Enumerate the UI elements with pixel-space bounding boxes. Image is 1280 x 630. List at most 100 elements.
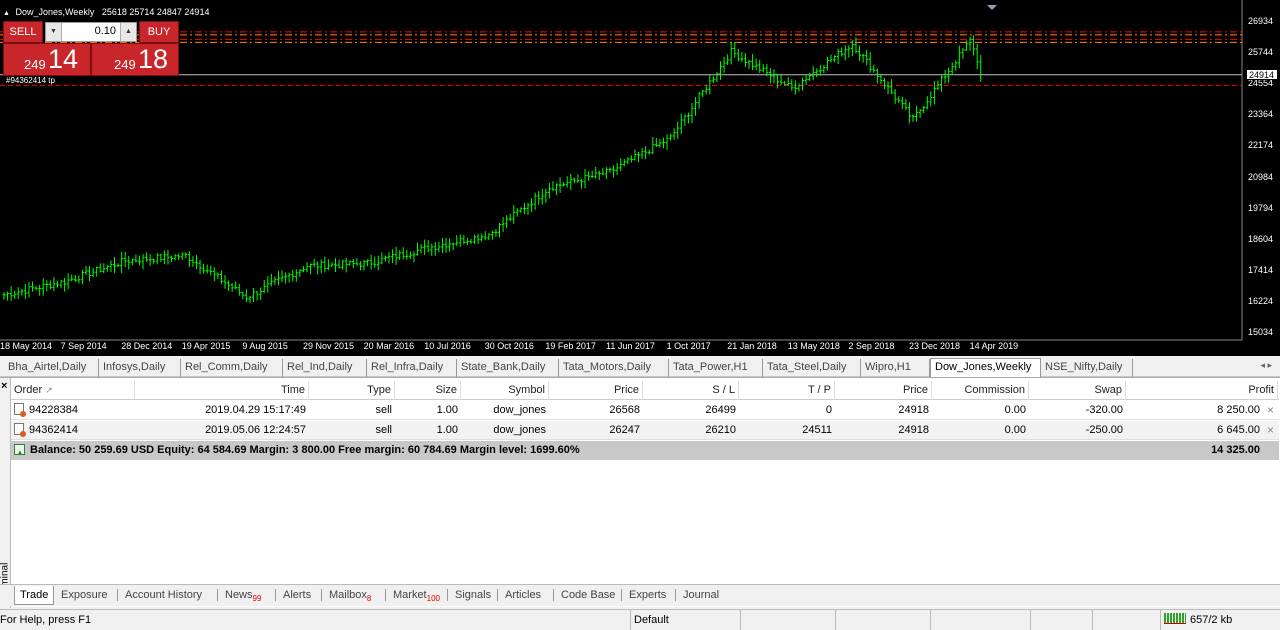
table-row[interactable]: 94362414 2019.05.06 12:24:57 sell 1.00 d…	[11, 421, 1279, 440]
lot-decrease-icon[interactable]: ▼	[46, 23, 62, 41]
col-current-price[interactable]: Price	[835, 381, 932, 400]
chart-tab[interactable]: NSE_Nifty,Daily	[1041, 359, 1133, 377]
col-symbol[interactable]: Symbol	[461, 381, 549, 400]
price-bar	[515, 208, 519, 217]
price-bar	[41, 278, 45, 296]
price-bar	[451, 242, 455, 251]
order-line-label[interactable]: #94362414 tp	[6, 76, 55, 85]
close-order-icon[interactable]: ×	[1267, 401, 1274, 420]
time-tick-label: 1 Oct 2017	[666, 341, 711, 351]
price-tick-label: 22174	[1248, 140, 1274, 151]
price-chart[interactable]	[0, 0, 1280, 356]
terminal-tab-label: Exposure	[61, 589, 108, 601]
buy-price-pips: 18	[138, 44, 169, 74]
price-bar	[84, 266, 88, 275]
time-tick-label: 2 Sep 2018	[848, 341, 895, 351]
lot-size-stepper[interactable]: ▼ 0.10 ▲	[45, 22, 137, 42]
price-bar	[45, 280, 49, 292]
chart-tab[interactable]: Infosys,Daily	[99, 359, 181, 377]
price-bar	[975, 43, 979, 70]
price-bar	[426, 240, 430, 253]
price-bar	[34, 286, 38, 291]
col-price[interactable]: Price	[549, 381, 643, 400]
chart-tab[interactable]: State_Bank,Daily	[457, 359, 559, 377]
price-bar	[334, 258, 338, 273]
terminal-tab[interactable]: News99	[220, 586, 266, 605]
col-time[interactable]: Time	[135, 381, 309, 400]
col-commission[interactable]: Commission	[932, 381, 1029, 400]
price-bar	[66, 273, 70, 290]
col-tp[interactable]: T / P	[739, 381, 835, 400]
terminal-tab[interactable]: Mailbox8	[324, 586, 376, 605]
price-bar	[886, 81, 890, 94]
price-bar	[519, 207, 523, 213]
terminal-tab[interactable]: Journal	[678, 586, 724, 605]
terminal-tab[interactable]: Experts	[624, 586, 671, 605]
price-bar	[654, 138, 658, 148]
chart-tab[interactable]: Rel_Comm,Daily	[181, 359, 283, 377]
status-connection[interactable]: 657/2 kb	[1160, 610, 1280, 630]
sell-price-button[interactable]: 249 14	[3, 43, 91, 76]
price-bar	[416, 242, 420, 256]
buy-button[interactable]: BUY	[139, 21, 179, 43]
price-bar	[569, 173, 573, 190]
price-bar	[843, 45, 847, 61]
price-bar	[858, 45, 862, 61]
terminal-tab[interactable]: Trade	[14, 586, 55, 605]
price-bar	[533, 192, 537, 210]
chart-window[interactable]: ▲ Dow_Jones,Weekly 25618 25714 24847 249…	[0, 0, 1280, 356]
terminal-tab[interactable]: Alerts	[278, 586, 316, 605]
sell-button[interactable]: SELL	[3, 21, 43, 43]
lot-size-value[interactable]: 0.10	[95, 25, 116, 37]
terminal-tab[interactable]: Signals	[450, 586, 496, 605]
price-bar	[98, 263, 102, 273]
close-icon[interactable]: ×	[1, 380, 7, 392]
chart-tab[interactable]: Rel_Infra,Daily	[367, 359, 457, 377]
status-profile[interactable]: Default	[630, 610, 740, 630]
col-size[interactable]: Size	[395, 381, 461, 400]
chart-tab[interactable]: Tata_Motors,Daily	[559, 359, 669, 377]
chart-tab[interactable]: Bha_Airtel,Daily	[4, 359, 99, 377]
col-swap[interactable]: Swap	[1029, 381, 1126, 400]
chart-tab[interactable]: Rel_Ind,Daily	[283, 359, 367, 377]
sell-order-icon	[14, 403, 26, 417]
price-bar	[929, 91, 933, 107]
close-order-icon[interactable]: ×	[1267, 421, 1274, 440]
lot-increase-icon[interactable]: ▲	[120, 23, 136, 41]
chart-tab[interactable]: Tata_Steel,Daily	[763, 359, 861, 377]
status-empty-5	[1092, 610, 1160, 630]
terminal-tab[interactable]: Articles	[500, 586, 546, 605]
price-bar	[241, 291, 245, 300]
terminal-tab[interactable]: Market100	[388, 586, 445, 605]
collapse-triangle-icon[interactable]: ▲	[3, 10, 10, 17]
time-tick-label: 14 Apr 2019	[969, 341, 1019, 351]
col-type[interactable]: Type	[309, 381, 395, 400]
terminal-tab-label: Articles	[505, 589, 542, 601]
terminal-tab[interactable]: Code Base	[556, 586, 620, 605]
col-order[interactable]: Order ↗	[11, 381, 135, 400]
price-bar	[783, 80, 787, 86]
terminal-tab[interactable]: Account History	[120, 586, 207, 605]
col-profit[interactable]: Profit	[1126, 381, 1278, 400]
price-bar	[252, 287, 256, 303]
terminal-tab-label: Journal	[683, 589, 720, 601]
table-row[interactable]: 94228384 2019.04.29 15:17:49 sell 1.00 d…	[11, 401, 1279, 420]
price-bar	[754, 58, 758, 71]
chart-tab[interactable]: Wipro,H1	[861, 359, 930, 377]
buy-price-button[interactable]: 249 18	[91, 43, 179, 76]
price-bar	[483, 231, 487, 241]
price-bar	[159, 253, 163, 263]
tab-scroll-arrows-icon[interactable]: ◂ ▸	[1260, 360, 1272, 371]
price-bar	[469, 238, 473, 244]
terminal-tab[interactable]: Exposure	[56, 586, 112, 605]
chart-shift-marker-icon[interactable]	[987, 5, 997, 10]
balance-summary-row[interactable]: Balance: 50 259.69 USD Equity: 64 584.69…	[11, 441, 1279, 460]
col-sl[interactable]: S / L	[643, 381, 739, 400]
chart-tab[interactable]: Tata_Power,H1	[669, 359, 763, 377]
chart-tab[interactable]: Dow_Jones,Weekly	[930, 358, 1041, 378]
price-bar	[622, 158, 626, 167]
price-bar	[412, 251, 416, 263]
price-bar	[733, 42, 737, 58]
price-bar	[526, 202, 530, 215]
price-bar	[391, 249, 395, 263]
